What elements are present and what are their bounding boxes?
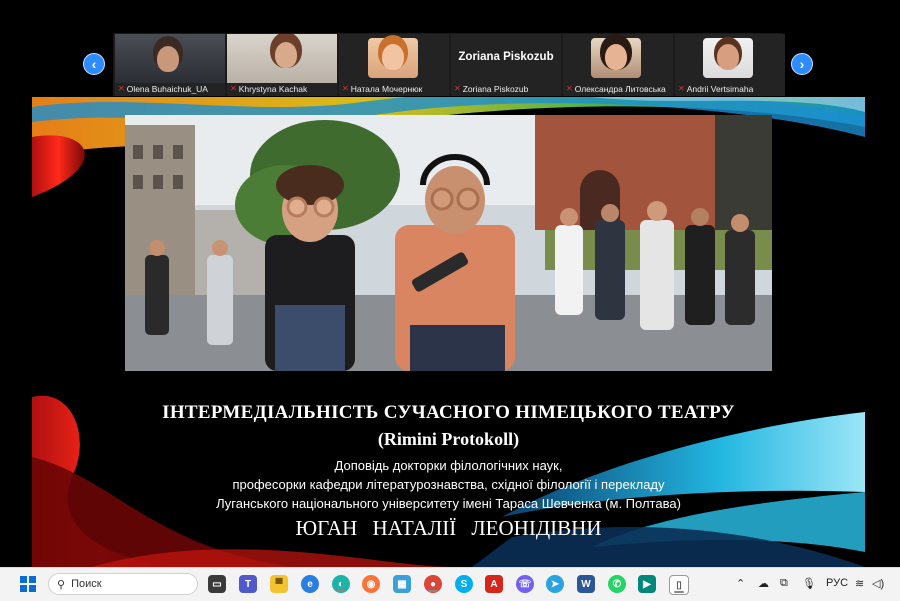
- file-explorer-icon[interactable]: ▀: [270, 575, 288, 593]
- skype-icon[interactable]: S: [455, 575, 473, 593]
- participant-tile[interactable]: ✕ Натала Мочернюк: [339, 34, 449, 96]
- participant-name: Олександра Литовська: [574, 83, 666, 94]
- edge-icon[interactable]: e: [301, 575, 319, 593]
- store-icon[interactable]: ▦: [393, 575, 411, 593]
- slide-title-subtitle: (Rimini Protokoll): [377, 429, 520, 449]
- mic-muted-icon: ✕: [230, 84, 237, 93]
- chrome-icon[interactable]: ●: [424, 575, 442, 593]
- participant-name-placeholder: Zoriana Piskozub: [458, 51, 554, 63]
- mic-muted-icon: ✕: [118, 84, 125, 93]
- participant-name: Andrii Vertsimaha: [686, 83, 754, 94]
- search-icon: ⚲: [57, 578, 66, 591]
- cloud-icon[interactable]: ☁: [758, 577, 769, 590]
- participant-name: Натала Мочернюк: [350, 83, 423, 94]
- taskbar: ⚲ Поиск ▭ T ▀ e ◐ ◉ ▦ ● S A ☏ ➤ W ✆ ▶ ▯ …: [0, 567, 900, 601]
- chevron-up-icon[interactable]: ⌃: [736, 577, 745, 590]
- participant-name: Zoriana Piskozub: [462, 83, 529, 94]
- slide-text-line: професорки кафедри літературознавства, с…: [232, 477, 665, 492]
- edge-icon[interactable]: ◐: [332, 575, 350, 593]
- mic-muted-icon: ✕: [678, 84, 685, 93]
- volume-icon[interactable]: ◁): [872, 577, 884, 590]
- participant-video: [275, 42, 297, 68]
- task-view-icon[interactable]: ▭: [208, 575, 226, 593]
- search-placeholder: Поиск: [71, 578, 102, 590]
- slide-text-line: Доповідь докторки філологічних наук,: [334, 458, 563, 473]
- chevron-right-icon[interactable]: ›: [791, 53, 813, 75]
- firefox-icon[interactable]: ◉: [362, 575, 380, 593]
- mic-muted-icon: ✕: [342, 84, 349, 93]
- pdf-icon[interactable]: A: [485, 575, 503, 593]
- participant-tile[interactable]: ✕ Andrii Vertsimaha: [675, 34, 785, 96]
- network-icon[interactable]: ⧉: [780, 577, 788, 590]
- shared-screen-slide: ІНТЕРМЕДІАЛЬНІСТЬ СУЧАСНОГО НІМЕЦЬКОГО Т…: [32, 97, 865, 567]
- chevron-left-icon[interactable]: ‹: [83, 53, 105, 75]
- participant-tile[interactable]: ✕ Олександра Литовська: [563, 34, 673, 96]
- meet-icon[interactable]: ▶: [638, 575, 656, 593]
- windows-start-icon[interactable]: [20, 576, 36, 592]
- participant-tile[interactable]: ✕ Khrystyna Kachak: [227, 34, 337, 96]
- participant-name: Khrystyna Kachak: [238, 83, 308, 94]
- word-icon[interactable]: W: [577, 575, 595, 593]
- viber-icon[interactable]: ☏: [516, 575, 534, 593]
- slide-author: ЮГАН НАТАЛІЇ ЛЕОНІДІВНИ: [295, 516, 602, 540]
- teams-icon[interactable]: T: [239, 575, 257, 593]
- microphone-icon[interactable]: 🎙: [802, 577, 816, 590]
- document-icon[interactable]: ▯: [669, 575, 689, 595]
- participant-video: [157, 46, 179, 72]
- mic-muted-icon: ✕: [566, 84, 573, 93]
- mic-muted-icon: ✕: [454, 84, 461, 93]
- language-indicator[interactable]: РУС: [826, 577, 848, 589]
- participant-tile[interactable]: Zoriana Piskozub ✕ Zoriana Piskozub: [451, 34, 561, 96]
- search-box[interactable]: ⚲ Поиск: [48, 573, 198, 595]
- slide-text-line: Луганського національного університету і…: [216, 496, 681, 511]
- slide-title: ІНТЕРМЕДІАЛЬНІСТЬ СУЧАСНОГО НІМЕЦЬКОГО Т…: [162, 402, 735, 423]
- participant-name: Olena Buhaichuk_UA: [126, 83, 208, 94]
- wifi-icon[interactable]: ≋: [855, 577, 864, 590]
- whatsapp-icon[interactable]: ✆: [608, 575, 626, 593]
- participant-tile[interactable]: ✕ Olena Buhaichuk_UA: [115, 34, 225, 96]
- telegram-icon[interactable]: ➤: [546, 575, 564, 593]
- slide-photo: [125, 115, 772, 371]
